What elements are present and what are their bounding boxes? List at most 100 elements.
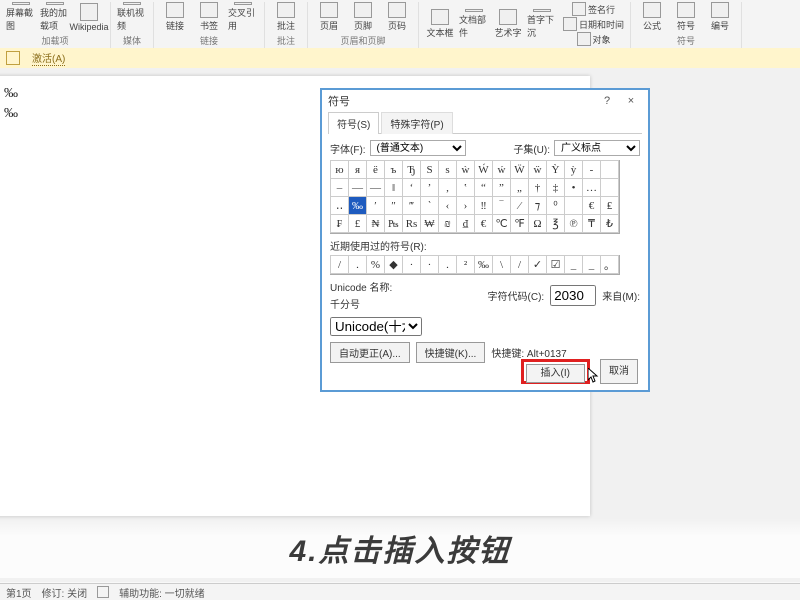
ribbon-button[interactable]: 链接 — [160, 2, 190, 32]
ribbon-button[interactable]: 批注 — [271, 2, 301, 32]
symbol-cell[interactable]: ‰ — [348, 196, 367, 215]
symbol-cell[interactable]: ― — [366, 178, 385, 197]
recent-symbol-cell[interactable]: / — [510, 255, 529, 274]
symbol-cell[interactable]: ₫ — [456, 214, 475, 233]
recent-symbol-cell[interactable]: 。 — [600, 255, 619, 274]
symbol-cell[interactable]: ъ — [384, 160, 403, 179]
charcode-input[interactable] — [550, 285, 596, 306]
symbol-cell[interactable]: ẅ — [528, 160, 547, 179]
symbol-cell[interactable]: ‼ — [474, 196, 493, 215]
ribbon-button[interactable]: 日期和时间 — [563, 17, 624, 31]
symbol-cell[interactable]: ₧ — [384, 214, 403, 233]
symbol-cell[interactable]: ℥ — [546, 214, 565, 233]
font-select[interactable]: (普通文本) — [370, 140, 466, 156]
symbol-cell[interactable]: … — [582, 178, 601, 197]
ribbon-button[interactable]: 联机视频 — [117, 2, 147, 32]
tab-symbols[interactable]: 符号(S) — [328, 112, 379, 134]
symbol-cell[interactable]: € — [582, 196, 601, 215]
symbol-cell[interactable]: • — [564, 178, 583, 197]
symbol-cell[interactable]: ⁊ — [528, 196, 547, 215]
symbol-cell[interactable]: ‥ — [330, 196, 349, 215]
symbol-cell[interactable]: Ẃ — [474, 160, 493, 179]
recent-symbol-cell[interactable]: ☑ — [546, 255, 565, 274]
symbol-cell[interactable]: “ — [474, 178, 493, 197]
ribbon-button[interactable]: 屏幕截图 — [6, 2, 36, 32]
tab-special-chars[interactable]: 特殊字符(P) — [381, 112, 452, 134]
symbol-cell[interactable]: ‴ — [402, 196, 421, 215]
ribbon-button[interactable]: 页眉 — [314, 2, 344, 32]
symbol-cell[interactable]: — — [348, 178, 367, 197]
recent-grid[interactable]: /.%◆··.²‰\/✓☑__。 — [330, 255, 620, 275]
symbol-cell[interactable]: ″ — [384, 196, 403, 215]
recent-symbol-cell[interactable]: . — [348, 255, 367, 274]
symbol-cell[interactable] — [564, 196, 583, 215]
symbol-cell[interactable]: ю — [330, 160, 349, 179]
symbol-cell[interactable]: – — [330, 178, 349, 197]
recent-symbol-cell[interactable]: % — [366, 255, 385, 274]
symbol-cell[interactable]: ‵ — [420, 196, 439, 215]
dialog-help-button[interactable]: ? — [596, 92, 618, 110]
recent-symbol-cell[interactable]: ◆ — [384, 255, 403, 274]
symbol-cell[interactable]: ѕ — [438, 160, 457, 179]
subset-select[interactable]: 广义标点 — [554, 140, 640, 156]
symbol-cell[interactable]: ё — [366, 160, 385, 179]
symbol-cell[interactable]: ’ — [420, 178, 439, 197]
recent-symbol-cell[interactable]: · — [402, 255, 421, 274]
symbol-cell[interactable]: ỳ — [564, 160, 583, 179]
ribbon-button[interactable]: 交叉引用 — [228, 2, 258, 32]
recent-symbol-cell[interactable]: ² — [456, 255, 475, 274]
from-select[interactable]: Unicode(十六进制) — [330, 317, 422, 336]
symbol-cell[interactable]: Ỳ — [546, 160, 565, 179]
symbol-cell[interactable]: ‾ — [492, 196, 511, 215]
symbol-cell[interactable]: Rs — [402, 214, 421, 233]
dialog-titlebar[interactable]: 符号 ? × — [322, 90, 648, 112]
ribbon-button[interactable]: 文档部件 — [459, 9, 489, 39]
ribbon-button[interactable]: 页脚 — [348, 2, 378, 32]
symbol-cell[interactable]: ⁄ — [510, 196, 529, 215]
symbol-cell[interactable]: ℗ — [564, 214, 583, 233]
symbol-cell[interactable] — [600, 178, 619, 197]
symbol-cell[interactable]: › — [456, 196, 475, 215]
symbol-cell[interactable]: € — [474, 214, 493, 233]
recent-symbol-cell[interactable]: . — [438, 255, 457, 274]
symbol-cell[interactable]: Ẅ — [510, 160, 529, 179]
symbol-cell[interactable]: Ѕ — [420, 160, 439, 179]
symbol-cell[interactable]: ₤ — [600, 196, 619, 215]
symbol-cell[interactable]: ‖ — [384, 178, 403, 197]
ribbon-button[interactable]: 编号 — [705, 2, 735, 32]
symbol-cell[interactable]: ‹ — [438, 196, 457, 215]
symbol-cell[interactable]: ₺ — [600, 214, 619, 233]
symbol-cell[interactable]: я — [348, 160, 367, 179]
symbol-cell[interactable]: ẃ — [492, 160, 511, 179]
ribbon-button[interactable]: 对象 — [563, 32, 624, 46]
recent-symbol-cell[interactable]: _ — [582, 255, 601, 274]
activate-link[interactable]: 激活(A) — [32, 50, 65, 66]
ribbon-button[interactable]: 书签 — [194, 2, 224, 32]
symbol-cell[interactable]: ẁ — [456, 160, 475, 179]
symbol-cell[interactable]: ₪ — [438, 214, 457, 233]
insert-button[interactable]: 插入(I) — [526, 364, 585, 383]
symbol-cell[interactable]: ‘ — [402, 178, 421, 197]
status-access[interactable]: 辅助功能: 一切就绪 — [119, 585, 205, 600]
ribbon-button[interactable]: 首字下沉 — [527, 9, 557, 39]
ribbon-button[interactable]: 页码 — [382, 2, 412, 32]
recent-symbol-cell[interactable]: _ — [564, 255, 583, 274]
symbol-cell[interactable]: ′ — [366, 196, 385, 215]
recent-symbol-cell[interactable]: ✓ — [528, 255, 547, 274]
symbol-cell[interactable]: ₣ — [330, 214, 349, 233]
symbol-cell[interactable]: „ — [510, 178, 529, 197]
ribbon-button[interactable]: 签名行 — [563, 2, 624, 16]
ime-icon[interactable] — [97, 586, 109, 598]
ribbon-button[interactable]: 我的加载项 — [40, 2, 70, 32]
symbol-cell[interactable]: ‛ — [456, 178, 475, 197]
symbol-cell[interactable]: £ — [348, 214, 367, 233]
symbol-cell[interactable]: ₩ — [420, 214, 439, 233]
symbol-cell[interactable]: ‚ — [438, 178, 457, 197]
status-track[interactable]: 修订: 关闭 — [42, 585, 88, 600]
dialog-close-button[interactable]: × — [620, 92, 642, 110]
symbol-cell[interactable]: ℉ — [510, 214, 529, 233]
symbol-cell[interactable]: ℃ — [492, 214, 511, 233]
ribbon-button[interactable]: 文本框 — [425, 9, 455, 39]
symbol-cell[interactable]: ” — [492, 178, 511, 197]
recent-symbol-cell[interactable]: · — [420, 255, 439, 274]
